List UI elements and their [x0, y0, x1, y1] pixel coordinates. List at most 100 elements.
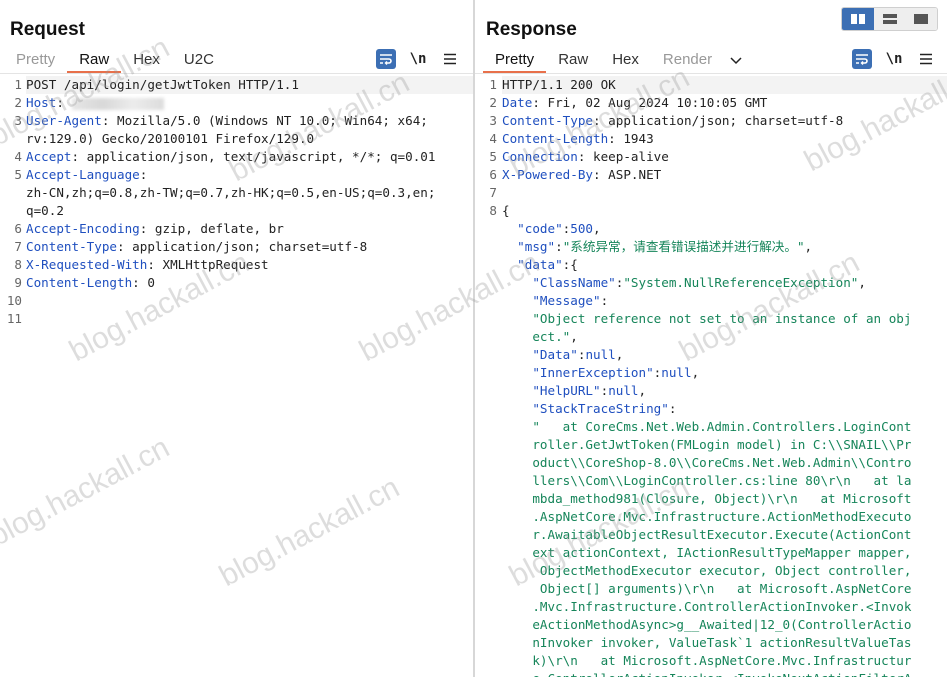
request-code[interactable]: POST /api/login/getJwtToken HTTP/1.1 Host… — [26, 76, 473, 328]
code-line: Connection: keep-alive — [502, 148, 947, 166]
code-key: "ClassName" — [532, 275, 616, 290]
code-key: Connection — [502, 149, 578, 164]
code-text: , — [593, 221, 601, 236]
hamburger-menu-icon[interactable] — [916, 49, 936, 69]
line-number — [475, 436, 497, 454]
line-number — [475, 616, 497, 634]
tab-pretty[interactable]: Pretty — [4, 51, 67, 73]
code-line: ext actionContext, IActionResultTypeMapp… — [502, 544, 947, 562]
code-key: Accept-Language — [26, 167, 140, 182]
code-text: rv:129.0) Gecko/20100101 Firefox/129.0 — [26, 131, 315, 146]
line-number — [0, 130, 22, 148]
code-key: X-Requested-With — [26, 257, 148, 272]
response-editor[interactable]: 1 2 3 4 5 6 7 8 HTTP/1.1 200 OK Date: Fri, 02 Au… — [475, 76, 947, 677]
code-text: ext actionContext, IActionResultTypeMapp… — [532, 545, 912, 560]
code-text: "Object reference not set to an instance… — [532, 311, 912, 326]
request-toolbar: \n — [376, 49, 472, 69]
code-line: ObjectMethodExecutor executor, Object co… — [502, 562, 947, 580]
code-line: eActionMethodAsync>g__Awaited|12_0(Contr… — [502, 616, 947, 634]
chevron-down-icon[interactable] — [724, 51, 748, 73]
tab-pretty[interactable]: Pretty — [483, 51, 547, 73]
code-text: : — [555, 239, 563, 254]
code-line: "msg":"系统异常，请查看错误描述并进行解决。", — [502, 238, 947, 256]
newline-toggle-button[interactable]: \n — [408, 49, 428, 69]
line-number — [475, 418, 497, 436]
code-line: q=0.2 — [26, 202, 473, 220]
newline-toggle-button[interactable]: \n — [884, 49, 904, 69]
tab-raw[interactable]: Raw — [67, 51, 122, 73]
wrap-lines-icon[interactable] — [376, 49, 396, 69]
wrap-lines-icon[interactable] — [852, 49, 872, 69]
line-number — [0, 184, 22, 202]
line-number — [475, 472, 497, 490]
code-line: HTTP/1.1 200 OK — [502, 76, 947, 94]
code-line: Content-Type: application/json; charset=… — [502, 112, 947, 130]
code-text: , — [615, 347, 624, 362]
code-key: "StackTraceString" — [532, 401, 669, 416]
code-line: nInvoker invoker, ValueTask`1 actionResu… — [502, 634, 947, 652]
code-text: : 1943 — [608, 131, 654, 146]
code-text: q=0.2 — [26, 203, 64, 218]
split-vertical-icon[interactable] — [873, 8, 906, 30]
code-line: Content-Type: application/json; charset=… — [26, 238, 473, 256]
line-number — [475, 580, 497, 598]
code-text: POST /api/login/getJwtToken HTTP/1.1 — [26, 77, 299, 92]
code-line: Object[] arguments)\r\n at Microsoft.Asp… — [502, 580, 947, 598]
code-text: .Mvc.Infrastructure.ControllerActionInvo… — [532, 599, 912, 614]
request-pane: Request Pretty Raw Hex U2C \n 1 2 3 4 5 6 7 8 9 10 11… — [0, 0, 473, 677]
split-horizontal-icon[interactable] — [842, 8, 874, 30]
code-text: "系统异常，请查看错误描述并进行解决。" — [562, 239, 805, 254]
request-title: Request — [10, 19, 85, 40]
code-line: "Object reference not set to an instance… — [502, 310, 947, 328]
code-text: .AspNetCore.Mvc.Infrastructure.ActionMet… — [532, 509, 912, 524]
code-key: Date — [502, 95, 533, 110]
code-text: Object[] arguments)\r\n at Microsoft.Asp… — [532, 581, 912, 596]
line-number: 8 — [489, 203, 497, 218]
hamburger-menu-icon[interactable] — [440, 49, 460, 69]
code-text: : application/json; charset=utf-8 — [117, 239, 368, 254]
code-line: " at CoreCms.Net.Web.Admin.Controllers.L… — [502, 418, 947, 436]
code-key: "msg" — [517, 239, 556, 254]
tab-render[interactable]: Render — [651, 51, 724, 73]
tab-hex[interactable]: Hex — [600, 51, 651, 73]
line-number: 3 — [14, 113, 22, 128]
line-number — [475, 508, 497, 526]
code-line: r.AwaitableObjectResultExecutor.Execute(… — [502, 526, 947, 544]
code-line: llers\\Com\\LoginController.cs:line 80\r… — [502, 472, 947, 490]
line-number — [475, 328, 497, 346]
code-text: , — [804, 239, 813, 254]
code-line: Host: — [26, 94, 473, 112]
code-text: e.ControllerActionInvoker.<InvokeNextAct… — [532, 671, 911, 677]
request-editor[interactable]: 1 2 3 4 5 6 7 8 9 10 11 POST /api/login/getJwtToke… — [0, 76, 473, 677]
code-key: "HelpURL" — [532, 383, 601, 398]
tab-raw[interactable]: Raw — [546, 51, 600, 73]
tab-hex[interactable]: Hex — [121, 51, 172, 73]
line-number — [475, 454, 497, 472]
line-number — [475, 562, 497, 580]
code-text: : ASP.NET — [593, 167, 662, 182]
response-code[interactable]: HTTP/1.1 200 OK Date: Fri, 02 Aug 2024 10… — [502, 76, 947, 677]
single-pane-icon[interactable] — [905, 8, 937, 30]
code-line: Accept-Language: — [26, 166, 473, 184]
line-number: 5 — [489, 149, 497, 164]
code-text: , — [691, 365, 700, 380]
response-tab-separator — [475, 73, 947, 74]
code-line: "Message": — [502, 292, 947, 310]
tab-u2c[interactable]: U2C — [172, 51, 226, 73]
line-number: 7 — [14, 239, 22, 254]
